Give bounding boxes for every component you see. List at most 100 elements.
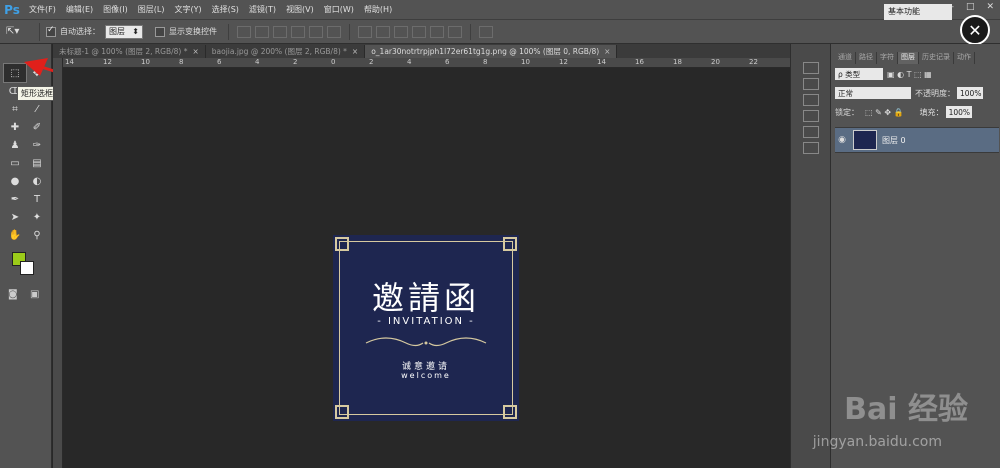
ruler-tick-label: 10	[521, 58, 530, 66]
ruler-tick-label: 14	[597, 58, 606, 66]
ruler-tick-label: 12	[103, 58, 112, 66]
close-icon[interactable]: ×	[352, 47, 358, 56]
hand-tool-icon[interactable]: ✋	[4, 226, 26, 244]
ruler-tick-label: 12	[559, 58, 568, 66]
align-vcenter-icon[interactable]	[255, 25, 269, 38]
eye-icon[interactable]: ◉	[835, 135, 849, 145]
dodge-tool-icon[interactable]: ◐	[26, 172, 48, 190]
close-circle-icon[interactable]: ✕	[960, 15, 990, 45]
align-left-icon[interactable]	[291, 25, 305, 38]
distribute-hcenter-icon[interactable]	[430, 25, 444, 38]
panel-icon[interactable]	[803, 78, 819, 90]
layer-filter-row: ρ 类型 ▣ ◐ T ⬚ ▦	[835, 66, 999, 82]
align-hcenter-icon[interactable]	[309, 25, 323, 38]
corner-ornament	[335, 237, 349, 251]
type-tool-icon[interactable]: T	[26, 190, 48, 208]
kind-filter-dropdown[interactable]: ρ 类型	[835, 68, 883, 80]
gradient-tool-icon[interactable]: ▤	[26, 154, 48, 172]
menu-view[interactable]: 视图(V)	[281, 4, 319, 15]
window-controls: — □ ✕	[945, 2, 994, 12]
layer-row[interactable]: ◉ 图层 0	[835, 127, 999, 153]
panel-icon[interactable]	[803, 126, 819, 138]
stamp-tool-icon[interactable]: ♟	[4, 136, 26, 154]
tab-baojia[interactable]: baojia.jpg @ 200% (图层 2, RGB/8) * ×	[206, 45, 366, 58]
healing-tool-icon[interactable]: ✚	[4, 118, 26, 136]
ruler-tick-label: 2	[369, 58, 374, 66]
invitation-subtitle-en: - INVITATION -	[377, 316, 475, 327]
tab-layers[interactable]: 图层	[898, 52, 919, 64]
lock-icons[interactable]: ⬚ ✎ ✥ 🔒	[865, 108, 904, 117]
align-bottom-icon[interactable]	[273, 25, 287, 38]
close-icon[interactable]: ×	[604, 47, 610, 56]
distribute-bottom-icon[interactable]	[394, 25, 408, 38]
ruler-tick-label: 8	[179, 58, 184, 66]
background-color-swatch[interactable]	[20, 261, 34, 275]
tab-history[interactable]: 历史记录	[919, 52, 954, 64]
fill-input[interactable]: 100%	[945, 106, 972, 118]
align-top-icon[interactable]	[237, 25, 251, 38]
tab-untitled[interactable]: 未标题-1 @ 100% (图层 2, RGB/8) * ×	[53, 45, 206, 58]
restore-icon[interactable]: □	[966, 2, 975, 12]
screen-mode-icon[interactable]: ▣	[30, 289, 39, 300]
ruler-tick-label: 4	[255, 58, 260, 66]
menu-filter[interactable]: 滤镜(T)	[244, 4, 281, 15]
ruler-tick-label: 6	[217, 58, 222, 66]
tab-active-png[interactable]: o_1ar30notrtrpjph1l72er61tg1g.png @ 100%…	[365, 45, 618, 58]
tab-actions[interactable]: 动作	[954, 52, 975, 64]
quick-mask-icon[interactable]: ◙	[8, 289, 18, 300]
tab-paths[interactable]: 路径	[856, 52, 877, 64]
ruler-tick-label: 0	[331, 58, 336, 66]
menu-select[interactable]: 选择(S)	[207, 4, 244, 15]
lock-row: 锁定： ⬚ ✎ ✥ 🔒 填充： 100%	[835, 104, 999, 120]
pen-tool-icon[interactable]: ✒	[4, 190, 26, 208]
brush-tool-icon[interactable]: ✐	[26, 118, 48, 136]
invitation-title: 邀請函	[371, 279, 480, 317]
ruler-tick-label: 2	[293, 58, 298, 66]
tab-label: 未标题-1 @ 100% (图层 2, RGB/8) *	[59, 47, 188, 56]
distribute-top-icon[interactable]	[358, 25, 372, 38]
panel-icon-strip	[791, 44, 831, 468]
ruler-tick-label: 20	[711, 58, 720, 66]
tab-label: baojia.jpg @ 200% (图层 2, RGB/8) *	[211, 47, 347, 56]
ruler-tick-label: 10	[141, 58, 150, 66]
panel-icon[interactable]	[803, 142, 819, 154]
shape-tool-icon[interactable]: ✦	[26, 208, 48, 226]
corner-ornament	[503, 237, 517, 251]
distribute-left-icon[interactable]	[412, 25, 426, 38]
corner-ornament	[503, 405, 517, 419]
auto-align-icon[interactable]	[479, 25, 493, 38]
ornament-frame	[339, 241, 513, 415]
ruler-tick-label: 8	[483, 58, 488, 66]
panel-icon[interactable]	[803, 110, 819, 122]
separator	[228, 23, 229, 40]
ruler-tick-label: 16	[635, 58, 644, 66]
lock-label: 锁定：	[835, 107, 859, 117]
blur-tool-icon[interactable]: ●	[4, 172, 26, 190]
ruler-tick-label: 18	[673, 58, 682, 66]
tab-character[interactable]: 字符	[877, 52, 898, 64]
history-brush-icon[interactable]: ✑	[26, 136, 48, 154]
separator	[470, 23, 471, 40]
distribute-right-icon[interactable]	[448, 25, 462, 38]
tab-label: o_1ar30notrtrpjph1l72er61tg1g.png @ 100%…	[371, 47, 600, 56]
window-close-icon[interactable]: ✕	[986, 2, 994, 12]
panel-icon[interactable]	[803, 62, 819, 74]
blend-mode-dropdown[interactable]: 正常	[835, 87, 911, 99]
menu-window[interactable]: 窗口(W)	[319, 4, 359, 15]
eraser-tool-icon[interactable]: ▭	[4, 154, 26, 172]
separator	[349, 23, 350, 40]
distribute-vcenter-icon[interactable]	[376, 25, 390, 38]
panel-icon[interactable]	[803, 94, 819, 106]
menu-help[interactable]: 帮助(H)	[359, 4, 397, 15]
zoom-tool-icon[interactable]: ⚲	[26, 226, 48, 244]
filter-icons[interactable]: ▣ ◐ T ⬚ ▦	[887, 70, 932, 79]
opacity-input[interactable]: 100%	[957, 87, 983, 99]
layer-name: 图层 0	[882, 135, 906, 145]
canvas-area[interactable]: 邀請函 - INVITATION - 诚意邀请 welcome	[63, 68, 790, 468]
close-icon[interactable]: ×	[192, 47, 198, 56]
tab-channels[interactable]: 通道	[835, 52, 856, 64]
workspace-switcher[interactable]: 基本功能	[884, 4, 952, 20]
panel-tabs: 通道 路径 字符 图层 历史记录 动作	[835, 52, 999, 64]
path-select-icon[interactable]: ➤	[4, 208, 26, 226]
align-right-icon[interactable]	[327, 25, 341, 38]
